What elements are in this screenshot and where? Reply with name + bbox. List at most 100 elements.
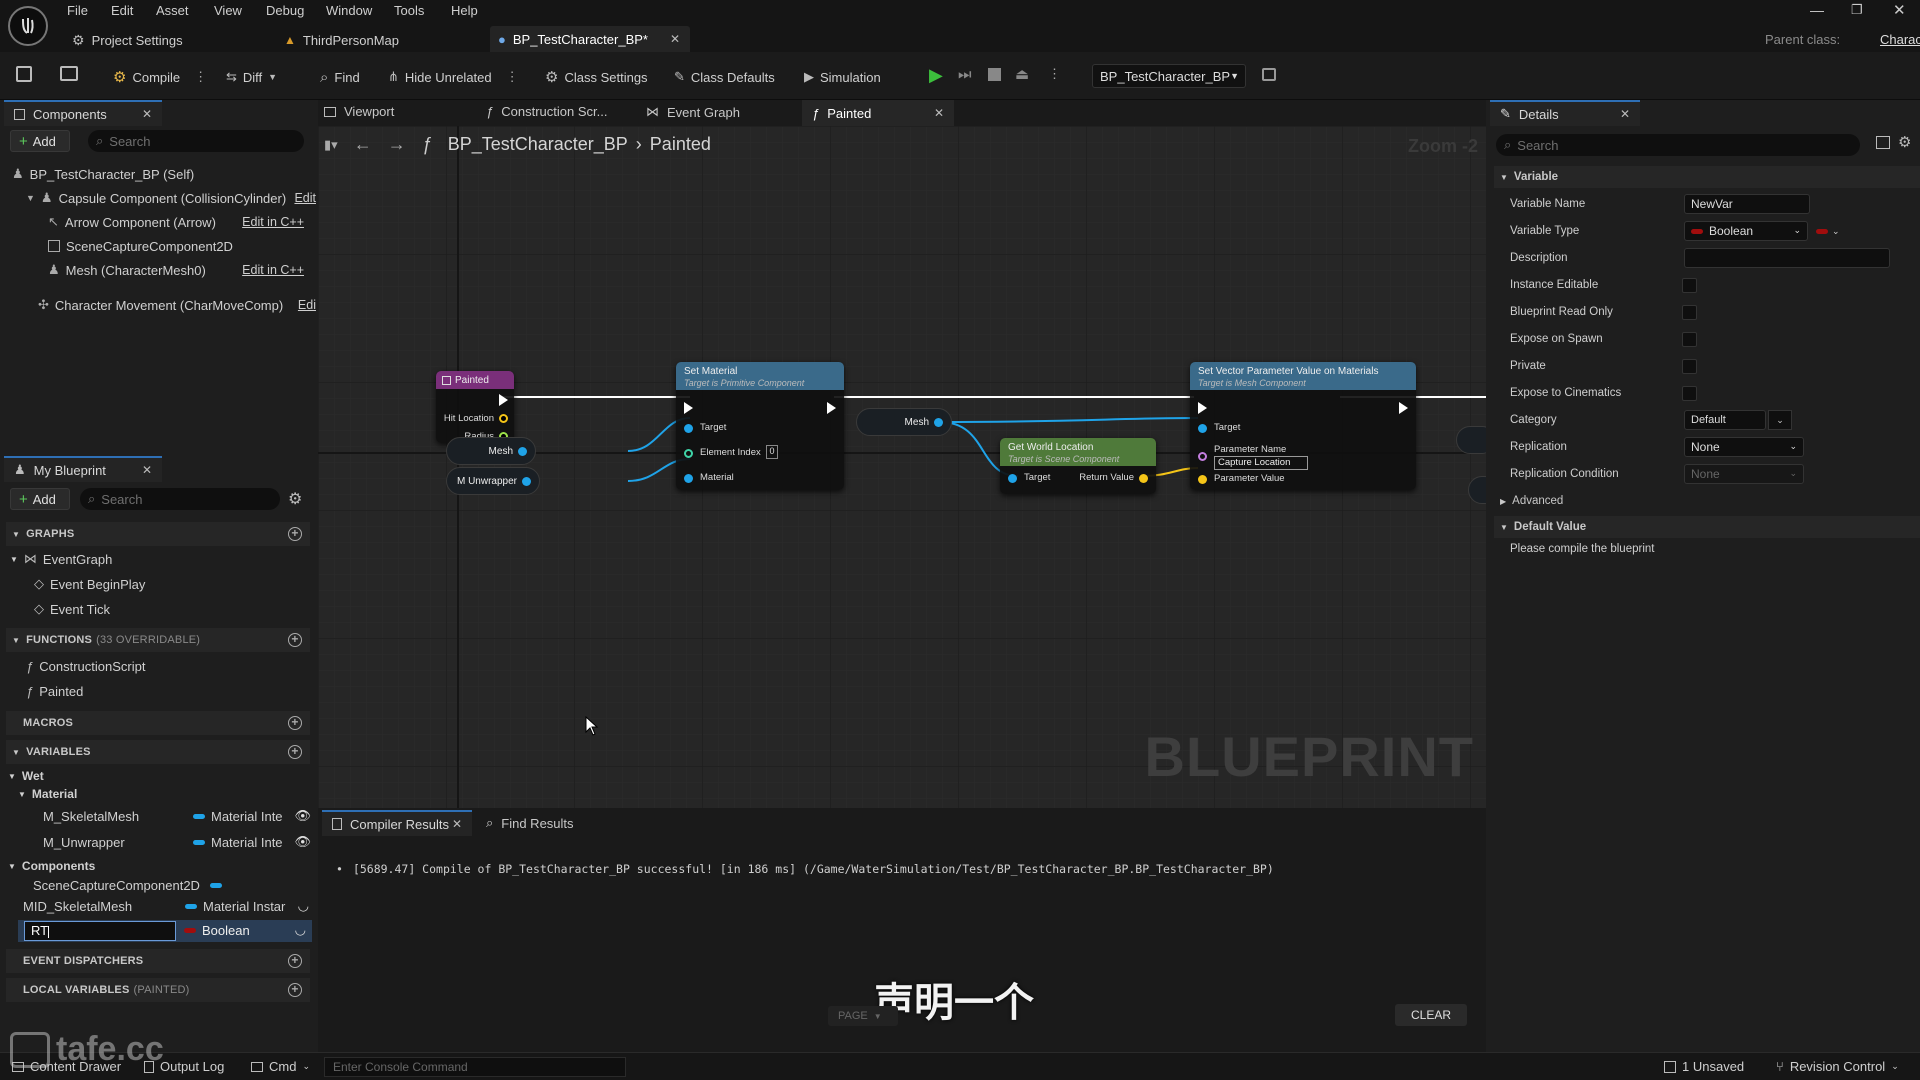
menu-view[interactable]: View (214, 3, 242, 18)
menu-asset[interactable]: Asset (156, 3, 189, 18)
menu-window[interactable]: Window (326, 3, 372, 18)
exec-in-pin[interactable] (1198, 402, 1207, 414)
material-in-pin[interactable] (684, 474, 693, 483)
hide-unrelated-button[interactable]: ⋔ Hide Unrelated ⋮ (388, 66, 519, 88)
function-entry-node[interactable]: Painted Hit Location Radius (436, 371, 514, 443)
class-defaults-button[interactable]: ✎ Class Defaults (674, 66, 775, 88)
component-arrow[interactable]: ↖ Arrow Component (Arrow) Edit in C++ (48, 212, 304, 232)
component-self[interactable]: ♟ BP_TestCharacter_BP (Self) (12, 164, 194, 184)
exec-in-pin[interactable] (684, 402, 693, 414)
close-icon[interactable]: ✕ (142, 107, 152, 121)
container-type-select[interactable]: ⌄ (1816, 226, 1840, 237)
functions-section-header[interactable]: ▼ FUNCTIONS (33 OVERRIDABLE) + (6, 628, 310, 652)
category-wet[interactable]: ▼ Wet (8, 766, 44, 786)
edit-cpp-link[interactable]: Edit in C++ (242, 215, 304, 229)
vector-in-pin[interactable] (1198, 475, 1207, 484)
save-icon[interactable] (16, 66, 32, 82)
eye-icon[interactable]: 👁 (294, 808, 311, 824)
menu-help[interactable]: Help (451, 3, 478, 18)
category-select[interactable]: Default (1684, 410, 1766, 430)
instance-editable-checkbox[interactable] (1682, 277, 1697, 293)
add-component-button[interactable]: + Add (10, 130, 70, 152)
tab-compiler-results[interactable]: Compiler Results ✕ (322, 810, 472, 836)
offscreen-node[interactable] (1456, 426, 1486, 454)
read-only-checkbox[interactable] (1682, 304, 1697, 320)
category-material[interactable]: ▼ Material (18, 784, 77, 804)
variable-mid-skeletalmesh[interactable]: MID_SkeletalMesh Material Instar ◡ (23, 896, 311, 916)
variable-type[interactable]: Material Inte (193, 809, 283, 824)
collapse-icon[interactable]: ▼ (26, 193, 35, 203)
graphs-section-header[interactable]: ▼ GRAPHS + (6, 522, 310, 546)
menu-tools[interactable]: Tools (394, 3, 424, 18)
add-graph-icon[interactable]: + (288, 527, 302, 541)
revision-control-button[interactable]: ⑂ Revision Control ⌄ (1776, 1059, 1899, 1074)
vector-out-pin[interactable] (499, 414, 508, 423)
tab-construction-script[interactable]: ƒ Construction Scr... (486, 104, 607, 119)
add-local-variable-icon[interactable]: + (288, 983, 302, 997)
grid-view-icon[interactable] (1876, 136, 1890, 149)
eye-icon[interactable]: 👁 (294, 834, 311, 850)
details-section-advanced[interactable]: ▶ Advanced (1494, 490, 1920, 512)
tab-third-person-map[interactable]: ▲ ThirdPersonMap (284, 29, 399, 51)
unwrapper-variable-node[interactable]: M Unwrapper (446, 467, 540, 495)
details-section-variable[interactable]: ▼ Variable (1494, 166, 1920, 188)
replication-select[interactable]: None ⌄ (1684, 437, 1804, 457)
element-index-input[interactable]: 0 (766, 445, 778, 459)
function-construction-script[interactable]: ƒ ConstructionScript (26, 656, 145, 676)
debug-object-select[interactable]: BP_TestCharacter_BP ▼ (1092, 64, 1246, 88)
local-variables-section-header[interactable]: LOCAL VARIABLES (PAINTED) + (6, 978, 310, 1002)
expose-cinematics-checkbox[interactable] (1682, 385, 1697, 401)
simulation-button[interactable]: ▶ Simulation (804, 66, 881, 88)
variable-type[interactable]: Material Instar (185, 899, 285, 914)
graph-canvas[interactable]: ▮▾ ← → ƒ BP_TestCharacter_BP › Painted Z… (318, 126, 1486, 808)
exec-out-pin[interactable] (499, 394, 508, 406)
menu-file[interactable]: File (67, 3, 88, 18)
gear-icon[interactable]: ⚙ (1898, 133, 1911, 151)
menu-debug[interactable]: Debug (266, 3, 304, 18)
eye-closed-icon[interactable]: ◡ (298, 898, 309, 914)
menu-edit[interactable]: Edit (111, 3, 133, 18)
variable-scene-capture[interactable]: SceneCaptureComponent2D (33, 875, 228, 895)
tab-painted[interactable]: ƒ Painted ✕ (802, 100, 954, 126)
name-in-pin[interactable] (1198, 452, 1207, 461)
close-icon[interactable]: ✕ (142, 463, 152, 477)
add-dispatcher-icon[interactable]: + (288, 954, 302, 968)
variable-type[interactable]: Boolean (184, 923, 250, 938)
compile-button[interactable]: ⚙ Compile ⋮ (113, 66, 207, 88)
tab-project-settings[interactable]: ⚙ Project Settings (72, 29, 183, 51)
tab-components[interactable]: Components ✕ (4, 100, 162, 126)
add-macro-icon[interactable]: + (288, 716, 302, 730)
more-options-icon[interactable]: ⋮ (194, 69, 207, 85)
close-icon[interactable]: ✕ (452, 817, 462, 831)
add-member-button[interactable]: + Add (10, 488, 70, 510)
close-window-icon[interactable]: ✕ (1893, 1, 1906, 19)
variable-name-input[interactable]: NewVar (1684, 194, 1810, 214)
details-section-default-value[interactable]: ▼ Default Value (1494, 516, 1920, 538)
edit-cpp-link[interactable]: Edi (298, 298, 316, 312)
private-checkbox[interactable] (1682, 358, 1697, 374)
exec-out-pin[interactable] (827, 402, 836, 414)
tab-event-graph[interactable]: ⋈ Event Graph (646, 104, 740, 120)
browse-icon[interactable] (60, 66, 78, 81)
edit-cpp-link[interactable]: Edit (294, 191, 316, 205)
unsaved-button[interactable]: 1 Unsaved (1664, 1059, 1744, 1074)
variable-name-input[interactable]: RT (24, 921, 176, 941)
parameter-name-input[interactable]: Capture Location (1214, 456, 1308, 470)
variable-new-row[interactable]: RT Boolean ◡ (18, 920, 312, 942)
event-dispatchers-section-header[interactable]: EVENT DISPATCHERS + (6, 949, 310, 973)
components-search-input[interactable]: ⌕ Search (88, 130, 304, 152)
details-search-input[interactable]: ⌕ Search (1496, 134, 1860, 156)
variable-type[interactable]: Material Inte (193, 835, 283, 850)
component-capsule[interactable]: ▼ ♟ Capsule Component (CollisionCylinder… (26, 188, 316, 208)
description-input[interactable] (1684, 248, 1890, 268)
tab-details[interactable]: ✎ Details ✕ (1490, 100, 1640, 126)
object-out-pin[interactable] (518, 447, 527, 456)
mesh-variable-node-2[interactable]: Mesh (856, 408, 952, 436)
target-in-pin[interactable] (684, 424, 693, 433)
eye-closed-icon[interactable]: ◡ (295, 922, 306, 938)
close-icon[interactable]: ✕ (670, 32, 680, 46)
component-movement[interactable]: ✣ Character Movement (CharMoveComp) Edi (38, 295, 316, 315)
function-painted[interactable]: ƒ Painted (26, 681, 83, 701)
vector-out-pin[interactable] (1139, 474, 1148, 483)
int-in-pin[interactable] (684, 449, 693, 458)
